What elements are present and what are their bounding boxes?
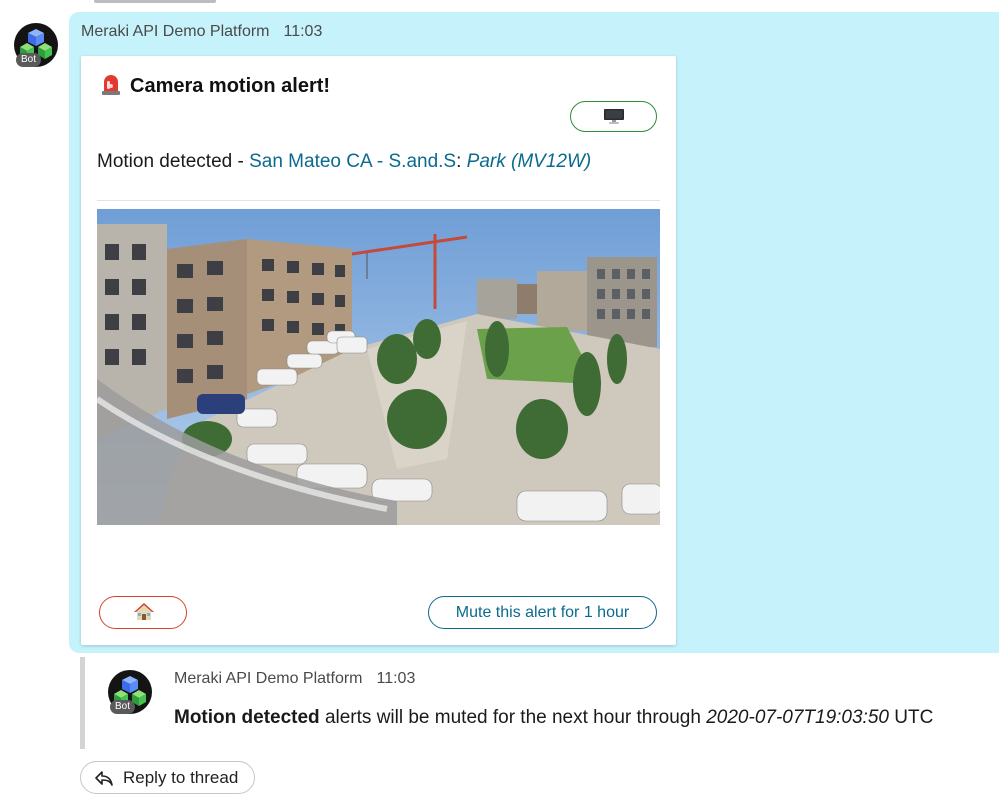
- message-time: 11:03: [283, 23, 323, 40]
- home-button[interactable]: [99, 596, 187, 629]
- location-link[interactable]: San Mateo CA - S.and.S: [249, 151, 456, 172]
- card-title: Camera motion alert!: [101, 73, 330, 98]
- chat-stage: Bot Meraki API Demo Platform 11:03 Camera…: [0, 0, 999, 806]
- reply-suffix: UTC: [888, 707, 934, 728]
- reply-to-thread-button[interactable]: Reply to thread: [80, 761, 255, 794]
- motion-prefix: Motion detected -: [97, 151, 250, 172]
- bot-badge: Bot: [16, 53, 42, 67]
- card-divider: [97, 200, 660, 201]
- location-separator: :: [456, 151, 467, 172]
- view-camera-button[interactable]: [570, 101, 657, 132]
- snapshot-image: [97, 209, 660, 525]
- card-title-text: Camera motion alert!: [130, 75, 331, 97]
- reply-bold: Motion detected: [174, 707, 320, 728]
- siren-icon: [102, 75, 120, 95]
- sender-name[interactable]: Meraki API Demo Platform: [81, 23, 270, 40]
- reply-timestamp: 2020-07-07T19:03:50: [706, 707, 889, 728]
- thread-indicator: [80, 657, 85, 749]
- house-icon: [134, 603, 154, 620]
- reply-to-thread-label: Reply to thread: [123, 768, 239, 787]
- message-time: 11:03: [376, 670, 416, 687]
- mute-alert-button[interactable]: Mute this alert for 1 hour: [428, 596, 657, 629]
- avatar[interactable]: Bot: [14, 23, 58, 67]
- thread-reply-header: Meraki API Demo Platform 11:03: [174, 670, 415, 688]
- message-header: Meraki API Demo Platform 11:03: [81, 23, 322, 41]
- alert-card: Camera motion alert! Motion detected - S…: [81, 56, 676, 645]
- thread-reply-avatar[interactable]: Bot: [108, 670, 152, 714]
- camera-link[interactable]: Park (MV12W): [467, 151, 592, 172]
- camera-snapshot[interactable]: [97, 209, 660, 525]
- reply-arrow-icon: [95, 771, 113, 786]
- motion-detected-line: Motion detected - San Mateo CA - S.and.S…: [97, 151, 591, 173]
- monitor-icon: [604, 109, 624, 124]
- reply-middle: alerts will be muted for the next hour t…: [319, 707, 707, 728]
- sender-name[interactable]: Meraki API Demo Platform: [174, 670, 363, 687]
- thread-reply-text: Motion detected alerts will be muted for…: [174, 707, 933, 729]
- previous-message-edge: [94, 0, 216, 3]
- bot-badge: Bot: [110, 700, 136, 714]
